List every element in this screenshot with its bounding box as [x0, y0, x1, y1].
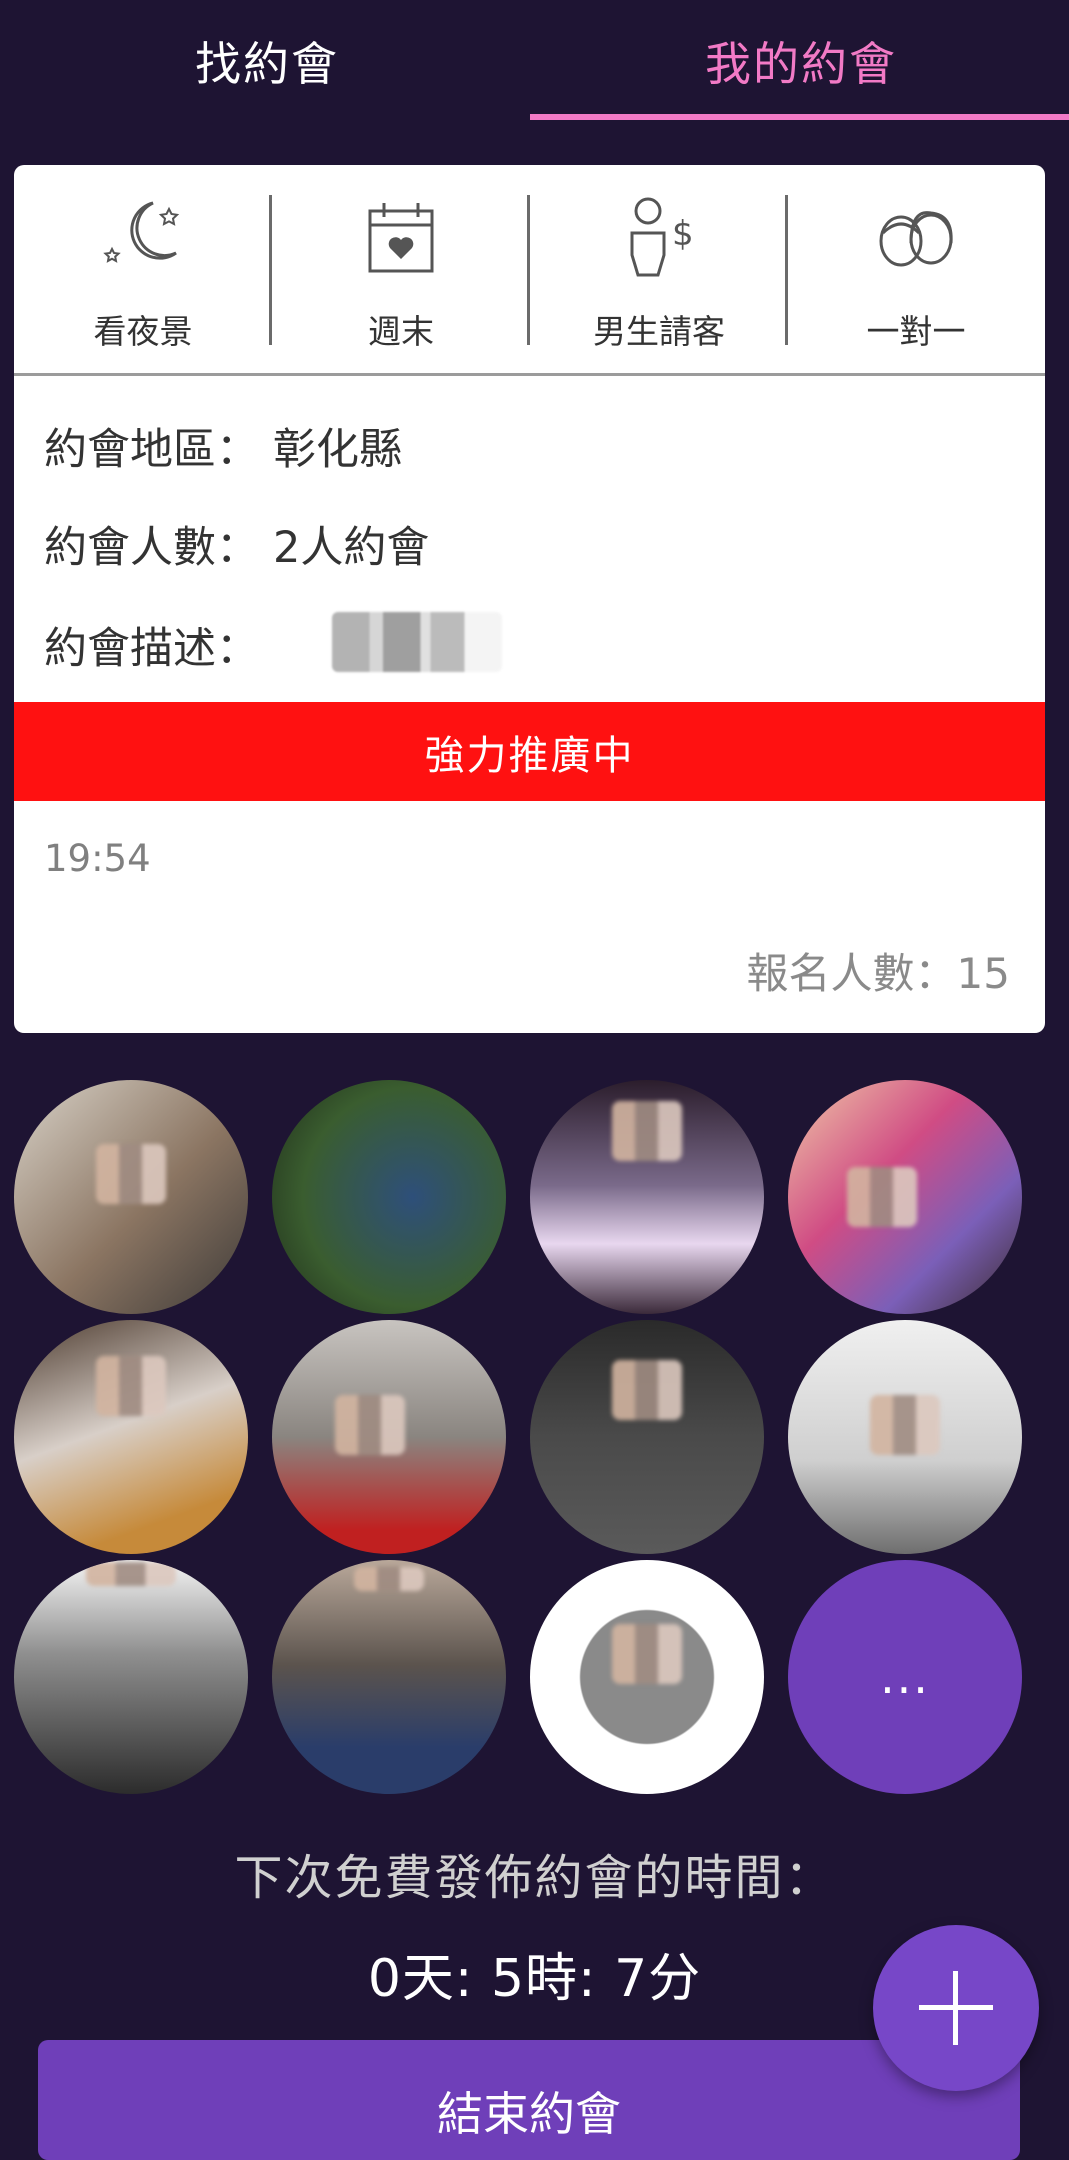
avatar[interactable] — [14, 1560, 248, 1794]
end-date-button[interactable]: 結束約會 — [38, 2040, 1020, 2160]
avatar[interactable] — [530, 1560, 764, 1794]
more-avatars-button[interactable]: ... — [788, 1560, 1022, 1794]
divider — [14, 373, 1045, 376]
tab-my-dates[interactable]: 我的約會 — [534, 0, 1068, 122]
applicant-avatars: ... — [0, 1080, 1069, 1800]
svg-text:$: $ — [672, 214, 694, 254]
tag-label: 看夜景 — [93, 312, 193, 351]
people-row: 約會人數： 2人約會 — [44, 513, 429, 575]
plus-icon — [953, 1971, 958, 2045]
avatar[interactable] — [530, 1320, 764, 1554]
region-row: 約會地區： 彰化縣 — [44, 415, 402, 477]
tab-find-date[interactable]: 找約會 — [0, 0, 534, 122]
avatar[interactable] — [272, 1560, 506, 1794]
tag-weekend: 週末 — [272, 165, 530, 375]
post-time: 19:54 — [44, 837, 151, 880]
tag-label: 週末 — [368, 312, 434, 351]
next-free-post-label: 下次免費發佈約會的時間： — [234, 1850, 835, 1906]
region-label: 約會地區： — [44, 425, 259, 475]
tag-row: 看夜景 週末 $ 男生請客 一對一 — [14, 165, 1045, 375]
active-tab-indicator — [530, 114, 1069, 120]
tag-label: 一對一 — [866, 312, 966, 351]
calendar-heart-icon — [368, 203, 434, 273]
people-value: 2人約會 — [273, 523, 430, 573]
signup-count: 報名人數：15 — [746, 949, 1010, 998]
moon-stars-icon — [103, 201, 180, 263]
description-redacted — [332, 612, 502, 672]
avatar[interactable] — [14, 1080, 248, 1314]
date-card: 看夜景 週末 $ 男生請客 一對一 約會地區： 彰化縣 約會人數： 2人約會 約… — [14, 165, 1045, 1033]
avatar[interactable] — [14, 1320, 248, 1554]
avatar[interactable] — [272, 1080, 506, 1314]
description-row: 約會描述： — [44, 614, 259, 676]
add-date-button[interactable] — [873, 1925, 1039, 2091]
tag-man-pays: $ 男生請客 — [530, 165, 788, 375]
avatar[interactable] — [788, 1320, 1022, 1554]
avatar[interactable] — [788, 1080, 1022, 1314]
tag-label: 男生請客 — [593, 312, 725, 351]
avatar[interactable] — [530, 1080, 764, 1314]
couple-icon — [879, 211, 953, 267]
description-label: 約會描述： — [44, 624, 259, 674]
top-tabs: 找約會 我的約會 — [0, 0, 1069, 122]
tag-night-view: 看夜景 — [14, 165, 272, 375]
promotion-banner: 強力推廣中 — [14, 702, 1045, 801]
tag-one-on-one: 一對一 — [787, 165, 1045, 375]
man-dollar-icon: $ — [630, 197, 694, 277]
region-value: 彰化縣 — [273, 425, 402, 475]
people-label: 約會人數： — [44, 523, 259, 573]
avatar[interactable] — [272, 1320, 506, 1554]
